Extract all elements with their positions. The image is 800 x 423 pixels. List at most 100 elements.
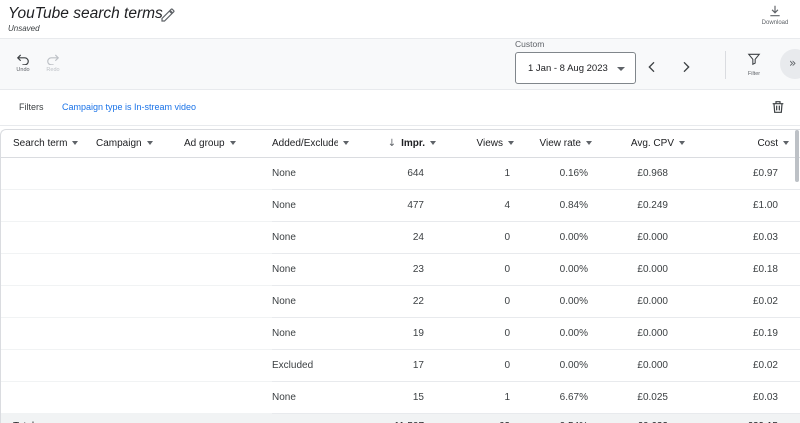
report-header: YouTube search terms Unsaved Download [0,0,800,38]
table-row[interactable]: None 15 1 6.67% £0.025 £0.03 [1,381,800,414]
undo-label: Undo [16,67,30,73]
cell-campaign [96,349,184,382]
cell-impr: 17 [362,349,436,382]
redo-icon [47,54,60,65]
cell-cost: £0.03 [699,381,800,414]
col-header-ad-group[interactable]: Ad group [184,130,272,158]
sort-caret-icon [430,141,436,146]
total-cost: £39.15 [699,413,800,423]
sort-caret-icon [508,141,514,146]
cell-campaign [96,221,184,254]
filter-icon [747,53,761,66]
total-label: Total [1,413,96,423]
sort-caret-icon [679,141,685,146]
trash-icon[interactable] [770,99,786,115]
date-range-value: 1 Jan - 8 Aug 2023 [528,63,608,74]
table-row[interactable]: None 22 0 0.00% £0.000 £0.02 [1,285,800,318]
filters-label: Filters [19,102,44,112]
cell-avg-cpv: £0.000 [610,349,699,382]
cell-view-rate: 0.00% [522,317,610,350]
col-header-search-term[interactable]: Search term [1,130,96,158]
double-chevron-icon: » [789,56,797,70]
cell-campaign [96,189,184,222]
sort-caret-icon [229,141,236,146]
cell-cost: £0.18 [699,253,800,286]
col-header-impr[interactable]: ↓ Impr. [362,130,436,158]
cell-search-term [1,189,96,222]
cell-impr: 22 [362,285,436,318]
cell-added-excluded: None [272,253,362,286]
toolbar-divider [725,51,726,79]
cell-ad-group [184,285,272,318]
table-scrollbar[interactable] [795,130,799,182]
save-status: Unsaved [8,24,40,33]
cell-view-rate: 0.00% [522,349,610,382]
col-header-views[interactable]: Views [436,130,522,158]
total-view-rate: 0.54% [522,413,610,423]
download-button[interactable]: Download [756,4,794,34]
date-range-select[interactable]: 1 Jan - 8 Aug 2023 [515,52,636,84]
table-row[interactable]: None 23 0 0.00% £0.000 £0.18 [1,253,800,286]
table-row[interactable]: None 644 1 0.16% £0.968 £0.97 [1,157,800,190]
cell-views: 0 [436,221,522,254]
filter-button[interactable]: Filter [741,52,767,77]
col-header-cost[interactable]: Cost [699,130,800,158]
table-row[interactable]: Excluded 17 0 0.00% £0.000 £0.02 [1,349,800,382]
active-filter-chip[interactable]: Campaign type is In-stream video [62,102,196,112]
cell-view-rate: 0.84% [522,189,610,222]
cell-search-term [1,317,96,350]
col-header-avg-cpv[interactable]: Avg. CPV [610,130,699,158]
cell-cost: £1.00 [699,189,800,222]
col-header-campaign[interactable]: Campaign [96,130,184,158]
pencil-icon[interactable] [160,7,176,23]
cell-ad-group [184,253,272,286]
cell-impr: 644 [362,157,436,190]
cell-cost: £0.97 [699,157,800,190]
total-views: 62 [436,413,522,423]
cell-added-excluded: None [272,285,362,318]
cell-avg-cpv: £0.000 [610,221,699,254]
cell-view-rate: 6.67% [522,381,610,414]
date-range-label: Custom [515,39,545,49]
total-avg-cpv: £0.632 [610,413,699,423]
cell-impr: 15 [362,381,436,414]
cell-added-excluded: None [272,381,362,414]
sort-caret-icon [783,141,789,146]
table-row[interactable]: None 24 0 0.00% £0.000 £0.03 [1,221,800,254]
cell-avg-cpv: £0.000 [610,253,699,286]
total-impr: 11,507 [362,413,436,423]
cell-views: 0 [436,285,522,318]
total-empty-cell [272,413,362,423]
cell-avg-cpv: £0.025 [610,381,699,414]
undo-button[interactable]: Undo [10,53,36,73]
cell-avg-cpv: £0.000 [610,285,699,318]
cell-cost: £0.03 [699,221,800,254]
undo-icon [16,54,29,65]
chevron-right-icon[interactable] [678,59,694,75]
cell-added-excluded: Excluded [272,349,362,382]
search-terms-table: Search term Campaign Ad group Added/Excl… [0,129,800,423]
chevron-left-icon[interactable] [644,59,660,75]
cell-impr: 24 [362,221,436,254]
table-row[interactable]: None 477 4 0.84% £0.249 £1.00 [1,189,800,222]
redo-button[interactable]: Redo [40,53,66,73]
cell-cost: £0.02 [699,285,800,318]
cell-view-rate: 0.16% [522,157,610,190]
cell-ad-group [184,221,272,254]
cell-views: 1 [436,381,522,414]
cell-added-excluded: None [272,221,362,254]
cell-cost: £0.19 [699,317,800,350]
sort-caret-icon [343,141,349,146]
col-header-view-rate[interactable]: View rate [522,130,610,158]
download-label: Download [761,20,789,26]
table-row[interactable]: None 19 0 0.00% £0.000 £0.19 [1,317,800,350]
page-title: YouTube search terms [8,5,163,22]
expand-panel-button[interactable]: » [780,49,800,79]
total-empty-cell [184,413,272,423]
cell-views: 0 [436,317,522,350]
cell-search-term [1,381,96,414]
col-header-added-excluded[interactable]: Added/Exclude [272,130,362,158]
sort-down-arrow-icon: ↓ [387,137,397,149]
cell-added-excluded: None [272,317,362,350]
cell-views: 0 [436,349,522,382]
